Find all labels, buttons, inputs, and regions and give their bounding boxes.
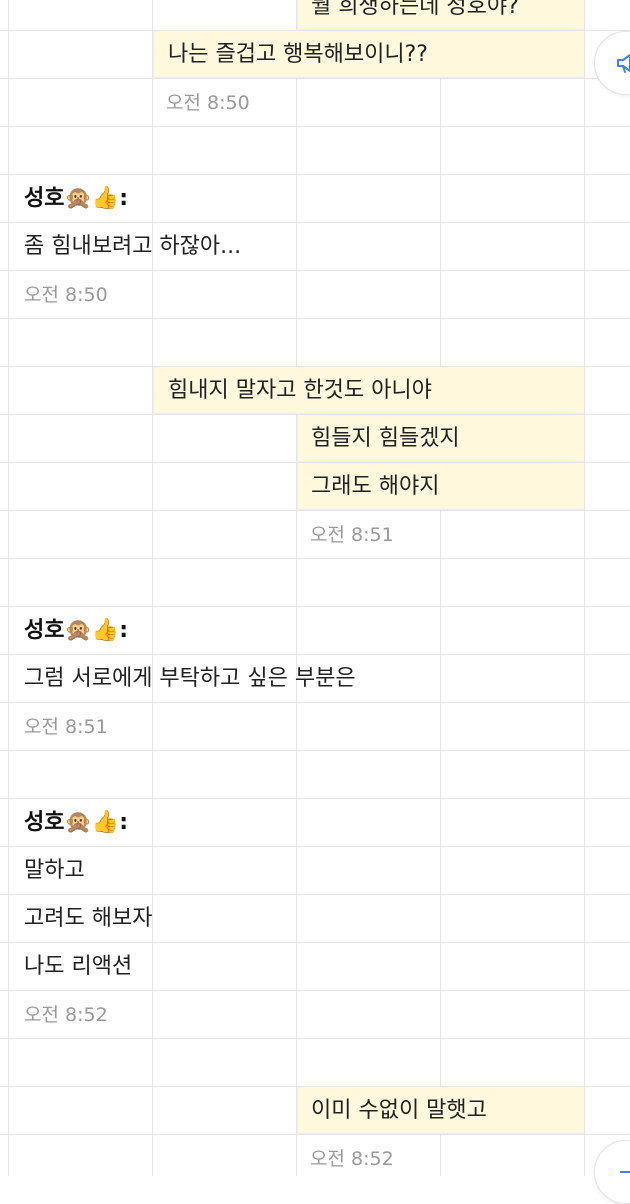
outgoing-message: 그래도 해야지 [311, 474, 440, 499]
incoming-message: 나도 리액션 [24, 954, 133, 979]
outgoing-message: 힘내지 말자고 한것도 아니야 [168, 378, 432, 403]
sender-name: 성호🙊👍: [24, 618, 129, 643]
side-action-icon [620, 1171, 630, 1173]
megaphone-icon [617, 54, 630, 73]
sheet-left-edge [8, 0, 9, 1176]
incoming-message: 좀 힘내보려고 하잖아... [24, 234, 242, 259]
message-time: 오전 8:52 [24, 1004, 108, 1026]
message-time: 오전 8:50 [166, 92, 250, 114]
outgoing-message: 뭘 희생하는데 성호야? [311, 0, 519, 19]
sender-name: 성호🙊👍: [24, 810, 129, 835]
incoming-message: 그럼 서로에게 부탁하고 싶은 부분은 [24, 666, 356, 691]
outgoing-message: 이미 수없이 말햇고 [311, 1098, 487, 1123]
message-time: 오전 8:51 [24, 716, 108, 738]
outgoing-message: 힘들지 힘들겠지 [311, 426, 460, 451]
outgoing-message: 나는 즐겁고 행복해보이니?? [168, 42, 428, 67]
sender-name: 성호🙊👍: [24, 186, 129, 211]
message-time: 오전 8:50 [24, 284, 108, 306]
incoming-message: 고려도 해보자 [24, 906, 153, 931]
incoming-message: 말하고 [24, 858, 85, 883]
message-time: 오전 8:51 [310, 524, 394, 546]
chat-sheet: 뭘 희생하는데 성호야? 나는 즐겁고 행복해보이니?? 오전 8:50 성호🙊… [0, 0, 630, 1204]
